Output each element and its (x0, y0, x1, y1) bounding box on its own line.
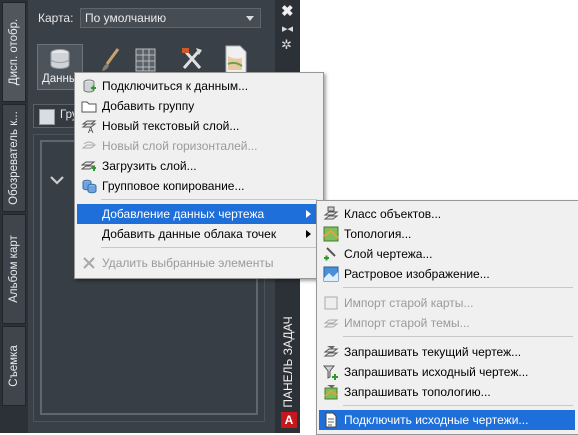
menu-separator (101, 247, 317, 248)
query-source-drawing-icon (323, 365, 338, 380)
menu-item-add-drawing-data[interactable]: Добавление данных чертежа (77, 204, 319, 224)
submenu-item-import-old-map: Импорт старой карты... (319, 293, 575, 313)
submenu-item-feature-class[interactable]: Класс объектов... (319, 204, 575, 224)
topology-icon (323, 226, 339, 242)
menu-item-add-group[interactable]: Добавить группу (77, 96, 319, 116)
contour-layer-icon (81, 141, 97, 149)
autohide-icon[interactable]: ▸◂ (282, 22, 293, 35)
submenu-item-query-current-drawing[interactable]: Запрашивать текущий чертеж... (319, 342, 575, 362)
panel-title: ПАНЕЛЬ ЗАДАЧ (281, 316, 295, 408)
menu-item-load-layer[interactable]: Загрузить слой... (77, 156, 319, 176)
vertical-tab-strip: Дисп. отобр. Обозреватель к... Альбом ка… (0, 0, 28, 433)
submenu-add-drawing-data: Класс объектов... Топология... Слой черт… (316, 200, 578, 435)
import-old-theme-icon (323, 319, 339, 328)
submenu-arrow-icon (306, 230, 311, 238)
submenu-item-topology[interactable]: Топология... (319, 224, 575, 244)
query-current-drawing-icon (323, 346, 339, 357)
tools-icon[interactable] (178, 44, 208, 74)
database-icon (50, 49, 70, 69)
group-icon (39, 109, 55, 125)
map-select-value: По умолчанию (85, 11, 167, 25)
context-menu: Подключиться к данным... Добавить группу… (74, 72, 324, 279)
query-topology-icon (324, 385, 338, 400)
tab-map-explorer[interactable]: Обозреватель к... (2, 104, 26, 212)
tab-display-manager[interactable]: Дисп. отобр. (2, 2, 26, 102)
database-connect-icon (83, 79, 96, 93)
chevron-down-icon[interactable] (50, 175, 64, 185)
feature-class-icon (323, 206, 339, 220)
menu-item-bulk-copy[interactable]: Групповое копирование... (77, 176, 319, 196)
drawing-layer-icon (324, 247, 336, 261)
menu-item-new-contour-layer: Новый слой горизонталей... (77, 136, 319, 156)
tab-map-book[interactable]: Альбом карт (2, 214, 26, 324)
menu-separator (343, 405, 573, 406)
bulk-copy-icon (82, 179, 97, 194)
chevron-down-icon (246, 16, 254, 21)
submenu-item-query-topology[interactable]: Запрашивать топологию... (319, 382, 575, 402)
menu-item-add-point-cloud[interactable]: Добавить данные облака точек (77, 224, 319, 244)
tab-survey[interactable]: Съемка (2, 326, 26, 406)
close-icon[interactable]: ✖ (281, 2, 294, 20)
raster-image-icon (323, 266, 339, 282)
submenu-item-query-source-drawing[interactable]: Запрашивать исходный чертеж... (319, 362, 575, 382)
autocad-logo: A (281, 412, 297, 428)
menu-item-new-text-layer[interactable]: A Новый текстовый слой... (77, 116, 319, 136)
submenu-item-raster-image[interactable]: Растровое изображение... (319, 264, 575, 284)
import-old-map-icon (324, 296, 338, 310)
menu-separator (343, 287, 573, 288)
svg-text:A: A (88, 126, 94, 134)
menu-item-connect-data[interactable]: Подключиться к данным... (77, 76, 319, 96)
submenu-item-attach-source-drawings[interactable]: Подключить исходные чертежи... (319, 410, 575, 430)
folder-icon (81, 101, 97, 113)
submenu-item-drawing-layer[interactable]: Слой чертежа... (319, 244, 575, 264)
menu-item-delete-selected: Удалить выбранные элементы (77, 253, 319, 273)
map-label: Карта: (38, 11, 74, 25)
attach-source-drawings-icon (325, 412, 337, 428)
load-layer-icon (81, 161, 96, 171)
submenu-item-import-old-theme: Импорт старой темы... (319, 313, 575, 333)
delete-icon (83, 257, 95, 269)
submenu-arrow-icon (306, 210, 311, 218)
properties-icon[interactable]: ✲ (281, 37, 292, 53)
menu-separator (343, 336, 573, 337)
menu-separator (101, 199, 317, 200)
map-select[interactable]: По умолчанию (80, 8, 261, 28)
text-layer-icon: A (81, 120, 97, 134)
